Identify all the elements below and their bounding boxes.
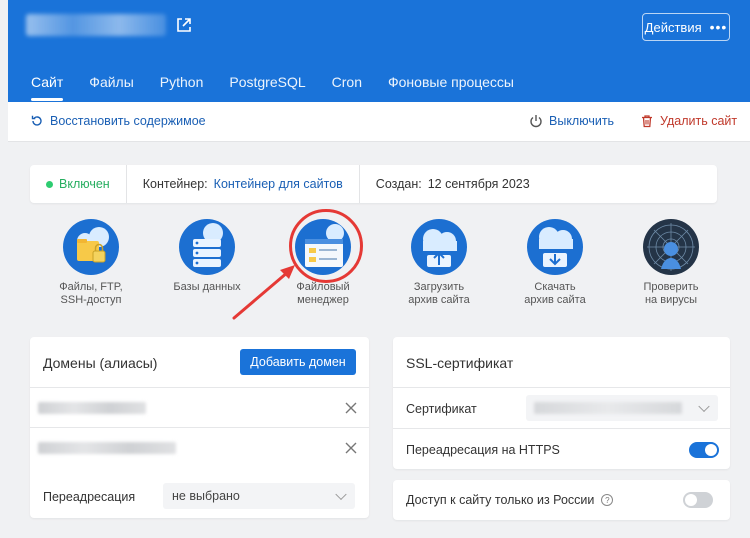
tile-databases-label: Базы данных (173, 281, 241, 293)
https-redirect-label: Переадресация на HTTPS (406, 443, 560, 457)
virus-scan-icon (643, 219, 699, 275)
certificate-label: Сертификат (406, 402, 477, 416)
site-name-blurred (26, 14, 166, 36)
help-icon[interactable]: ? (601, 494, 614, 506)
database-icon (179, 219, 235, 275)
toggle-knob (685, 494, 697, 506)
russia-access-label: Доступ к сайту только из России (406, 493, 595, 507)
ssl-card: SSL-сертификат Сертификат Переадресация … (393, 337, 730, 469)
tab-cron[interactable]: Cron (332, 74, 362, 101)
tab-files[interactable]: Файлы (89, 74, 133, 101)
redirect-label: Переадресация (43, 490, 136, 504)
certificate-select[interactable] (526, 395, 718, 421)
power-icon (530, 115, 542, 128)
redirect-select-value: не выбрано (172, 489, 240, 503)
more-dots-icon: ••• (709, 19, 728, 35)
tile-upload-line2: архив сайта (408, 293, 470, 306)
chevron-down-icon (335, 488, 347, 501)
russia-access-label-wrap: Доступ к сайту только из России ? (406, 493, 614, 507)
tile-file-manager-line2: менеджер (297, 293, 349, 306)
upload-icon (411, 219, 467, 275)
tab-bar: Сайт Файлы Python PostgreSQL Cron Фоновы… (31, 74, 540, 101)
tile-files-ftp-ssh[interactable]: Файлы, FTP, SSH-доступ (41, 215, 141, 306)
delete-site-label: Удалить сайт (660, 114, 738, 128)
restore-content-label: Восстановить содержимое (50, 114, 206, 128)
actions-label: Действия (644, 19, 702, 35)
tab-postgresql[interactable]: PostgreSQL (229, 74, 305, 101)
tile-virus-scan[interactable]: Проверить на вирусы (621, 215, 721, 306)
tile-upload-line1: Загрузить (413, 281, 465, 293)
tile-upload-archive[interactable]: Загрузить архив сайта (389, 215, 489, 306)
russia-access-card: Доступ к сайту только из России ? (393, 480, 730, 520)
external-link-icon[interactable] (176, 17, 192, 33)
certificate-value-blurred (534, 402, 682, 414)
domain-name-blurred (38, 402, 146, 414)
tile-files-line2: SSH-доступ (60, 293, 122, 306)
ssl-title: SSL-сертификат (406, 355, 514, 371)
add-domain-button[interactable]: Добавить домен (240, 349, 356, 375)
status-badge: Включен (30, 165, 126, 203)
domains-title: Домены (алиасы) (43, 355, 158, 371)
disable-site-button[interactable]: Выключить (529, 114, 614, 128)
tile-virus-line2: на вирусы (644, 293, 697, 306)
created-label: Создан: (375, 177, 422, 191)
tab-background-processes[interactable]: Фоновые процессы (388, 74, 514, 101)
https-redirect-row: Переадресация на HTTPS (393, 428, 730, 469)
tab-site[interactable]: Сайт (31, 74, 64, 101)
highlight-circle (289, 209, 363, 283)
remove-domain-icon[interactable] (345, 442, 357, 454)
tile-databases[interactable]: Базы данных (157, 215, 257, 294)
remove-domain-icon[interactable] (345, 402, 357, 414)
download-icon (527, 219, 583, 275)
redirect-row: Переадресация не выбрано (30, 471, 369, 518)
tab-python[interactable]: Python (160, 74, 204, 101)
chevron-down-icon (698, 400, 710, 413)
container-info: Контейнер: Контейнер для сайтов (125, 165, 359, 203)
container-link[interactable]: Контейнер для сайтов (214, 177, 343, 191)
disable-site-label: Выключить (549, 114, 615, 128)
redirect-select[interactable]: не выбрано (163, 483, 355, 509)
created-value: 12 сентября 2023 (427, 177, 530, 191)
russia-access-toggle[interactable] (683, 492, 713, 508)
domain-row (30, 427, 369, 467)
toggle-knob (705, 444, 717, 456)
restore-content-button[interactable]: Восстановить содержимое (30, 114, 206, 128)
tile-download-line2: архив сайта (524, 293, 586, 306)
folder-lock-icon (63, 219, 119, 275)
site-status-card: Включен Контейнер: Контейнер для сайтов … (30, 165, 717, 203)
created-info: Создан: 12 сентября 2023 (358, 165, 546, 203)
https-redirect-toggle[interactable] (689, 442, 719, 458)
domain-row (30, 387, 369, 427)
site-header: Действия ••• Сайт Файлы Python PostgreSQ… (8, 0, 750, 102)
trash-icon (642, 115, 652, 128)
delete-site-button[interactable]: Удалить сайт (640, 114, 737, 128)
tile-files-line1: Файлы, FTP, (59, 281, 123, 293)
domain-name-blurred (38, 442, 176, 454)
quick-actions: Файлы, FTP, SSH-доступ Базы данных Файло… (30, 215, 720, 315)
actions-button[interactable]: Действия ••• (642, 13, 730, 41)
tile-download-line1: Скачать (534, 281, 576, 293)
site-toolbar: Восстановить содержимое Выключить Удалит… (8, 102, 750, 142)
tile-download-archive[interactable]: Скачать архив сайта (505, 215, 605, 306)
status-dot-icon (46, 180, 53, 188)
container-label: Контейнер: (142, 177, 208, 191)
domains-card: Домены (алиасы) Добавить домен Переадрес… (30, 337, 369, 518)
tile-virus-line1: Проверить (643, 281, 699, 293)
restore-icon (31, 115, 42, 126)
certificate-row: Сертификат (393, 387, 730, 428)
status-text: Включен (59, 177, 110, 191)
